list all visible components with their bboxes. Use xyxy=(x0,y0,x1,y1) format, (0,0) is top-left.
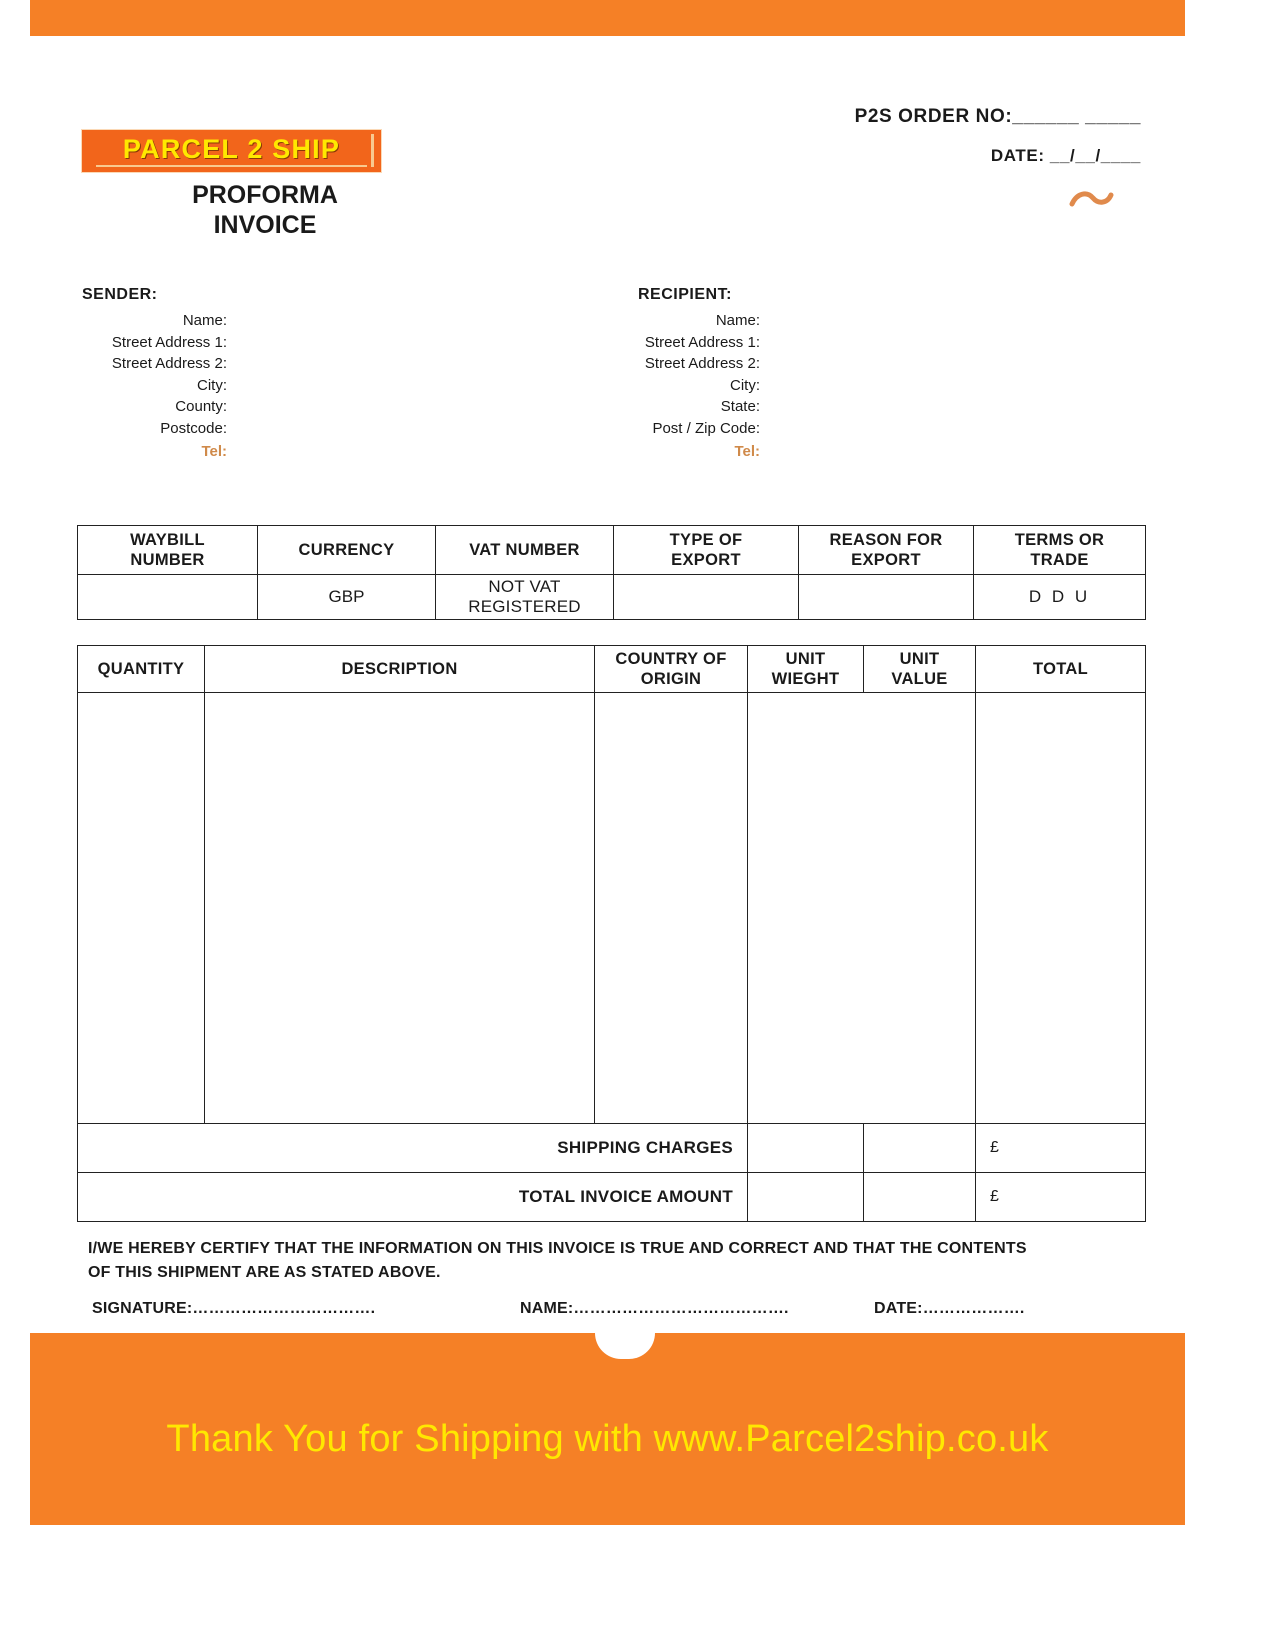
proforma-invoice-page: PARCEL 2 SHIP PROFORMA INVOICE P2S ORDER… xyxy=(0,0,1275,1650)
sender-field-postcode: Postcode: xyxy=(160,419,227,437)
total-invoice-total[interactable]: £ xyxy=(975,1172,1146,1222)
total-invoice-unit-weight[interactable] xyxy=(747,1172,864,1222)
recipient-field-city: City: xyxy=(730,376,760,394)
table-header-row: QUANTITY DESCRIPTION COUNTRY OF ORIGIN U… xyxy=(77,645,1146,693)
th-reason-for-export-l2: EXPORT xyxy=(851,551,921,569)
th-type-of-export-l2: EXPORT xyxy=(671,551,741,569)
table-row-total-invoice: TOTAL INVOICE AMOUNT £ xyxy=(77,1172,1146,1222)
certification-line2: OF THIS SHIPMENT ARE AS STATED ABOVE. xyxy=(88,1264,441,1281)
total-invoice-label: TOTAL INVOICE AMOUNT xyxy=(77,1172,748,1222)
order-number-field[interactable]: P2S ORDER NO:______ _____ xyxy=(855,106,1141,128)
th-unit-value-l2: VALUE xyxy=(891,670,948,688)
th-country-of-origin: COUNTRY OF ORIGIN xyxy=(594,645,748,693)
th-country-of-origin-l2: ORIGIN xyxy=(640,670,702,688)
shipping-charges-unit-value[interactable] xyxy=(863,1123,976,1173)
th-unit-weight-l2: WIEGHT xyxy=(771,670,840,688)
sender-field-street2: Street Address 2: xyxy=(111,355,227,372)
sender-title: SENDER: xyxy=(82,286,158,303)
th-unit-weight: UNIT WIEGHT xyxy=(747,645,864,693)
cell-currency[interactable]: GBP xyxy=(257,574,436,620)
recipient-field-street1: Street Address 1: xyxy=(644,333,760,351)
logo-text: PARCEL 2 SHIP xyxy=(122,134,341,164)
cell-terms-or-trade[interactable]: D D U xyxy=(973,574,1146,620)
th-vat-number: VAT NUMBER xyxy=(435,525,614,575)
sender-block: SENDER: Name: Street Address 1: Street A… xyxy=(82,286,227,463)
th-total: TOTAL xyxy=(975,645,1146,693)
swoosh-icon xyxy=(1069,191,1114,207)
total-invoice-unit-value[interactable] xyxy=(863,1172,976,1222)
th-terms-or-trade-l1: TERMS OR xyxy=(1014,531,1105,549)
th-reason-for-export: REASON FOR EXPORT xyxy=(798,525,974,575)
th-terms-or-trade: TERMS OR TRADE xyxy=(973,525,1146,575)
sender-field-county: County: xyxy=(175,398,227,415)
recipient-title: RECIPIENT: xyxy=(638,286,732,303)
certification-line1: I/WE HEREBY CERTIFY THAT THE INFORMATION… xyxy=(88,1240,1027,1257)
cell-description-blank[interactable] xyxy=(204,692,595,1124)
recipient-block: RECIPIENT: Name: Street Address 1: Stree… xyxy=(638,286,760,463)
th-waybill-number-l2: NUMBER xyxy=(130,551,205,569)
top-orange-band xyxy=(30,0,1185,36)
recipient-field-name: Name: xyxy=(715,312,760,329)
signature-date-field[interactable]: DATE:………………. xyxy=(874,1300,1025,1318)
cell-type-of-export[interactable] xyxy=(613,574,799,620)
th-currency-l1: CURRENCY xyxy=(298,541,395,559)
cell-quantity-blank[interactable] xyxy=(77,692,205,1124)
table-header-row: WAYBILL NUMBER CURRENCY VAT NUMBER TYPE … xyxy=(77,525,1146,575)
recipient-field-street2: Street Address 2: xyxy=(644,355,760,372)
sender-field-tel: Tel: xyxy=(201,443,227,460)
cell-total-blank[interactable] xyxy=(975,692,1146,1124)
th-currency: CURRENCY xyxy=(257,525,436,575)
th-unit-value: UNIT VALUE xyxy=(863,645,976,693)
th-description-l1: DESCRIPTION xyxy=(341,660,458,678)
shipment-meta-table: WAYBILL NUMBER CURRENCY VAT NUMBER TYPE … xyxy=(77,525,1146,620)
sender-field-city: City: xyxy=(197,376,227,394)
parcel2ship-logo: PARCEL 2 SHIP xyxy=(82,130,381,172)
sender-field-name: Name: xyxy=(182,312,227,329)
order-date-field[interactable]: DATE: __/__/____ xyxy=(991,146,1141,166)
logo-right-bar xyxy=(371,134,374,167)
th-unit-weight-l1: UNIT xyxy=(785,650,826,668)
cell-country-of-origin-blank[interactable] xyxy=(594,692,748,1124)
th-total-l1: TOTAL xyxy=(1033,660,1088,678)
cell-waybill-number[interactable] xyxy=(77,574,258,620)
recipient-field-state: State: xyxy=(720,398,760,415)
line-items-table: QUANTITY DESCRIPTION COUNTRY OF ORIGIN U… xyxy=(77,645,1146,1222)
th-waybill-number-l1: WAYBILL xyxy=(130,531,205,549)
logo-underline xyxy=(96,165,367,167)
th-description: DESCRIPTION xyxy=(204,645,595,693)
th-quantity-l1: QUANTITY xyxy=(97,660,185,678)
th-terms-or-trade-l2: TRADE xyxy=(1030,551,1089,569)
th-unit-value-l1: UNIT xyxy=(899,650,940,668)
signer-name-field[interactable]: NAME:…………………………………. xyxy=(520,1300,789,1318)
page-title: PROFORMA INVOICE xyxy=(140,180,390,240)
sender-field-street1: Street Address 1: xyxy=(111,333,227,351)
page-title-line1: PROFORMA xyxy=(192,181,338,209)
table-row-empty-items xyxy=(77,692,1146,1124)
table-row-shipping-charges: SHIPPING CHARGES £ xyxy=(77,1123,1146,1173)
page-title-line2: INVOICE xyxy=(213,211,317,239)
signature-field[interactable]: SIGNATURE:……………………………. xyxy=(92,1300,375,1318)
table-row: GBP NOT VAT REGISTERED D D U xyxy=(77,574,1146,620)
shipping-charges-total[interactable]: £ xyxy=(975,1123,1146,1173)
th-reason-for-export-l1: REASON FOR xyxy=(829,531,943,549)
cell-reason-for-export[interactable] xyxy=(798,574,974,620)
th-quantity: QUANTITY xyxy=(77,645,205,693)
shipping-charges-unit-weight[interactable] xyxy=(747,1123,864,1173)
shipping-charges-label: SHIPPING CHARGES xyxy=(77,1123,748,1173)
th-type-of-export: TYPE OF EXPORT xyxy=(613,525,799,575)
certification-statement: I/WE HEREBY CERTIFY THAT THE INFORMATION… xyxy=(88,1237,1118,1285)
th-type-of-export-l1: TYPE OF xyxy=(669,531,743,549)
cell-vat-number[interactable]: NOT VAT REGISTERED xyxy=(435,574,614,620)
recipient-field-tel: Tel: xyxy=(734,443,760,460)
th-waybill-number: WAYBILL NUMBER xyxy=(77,525,258,575)
cell-unit-blank[interactable] xyxy=(747,692,976,1124)
thank-you-message: Thank You for Shipping with www.Parcel2s… xyxy=(166,1418,1049,1460)
th-country-of-origin-l1: COUNTRY OF xyxy=(615,650,727,668)
th-vat-number-l1: VAT NUMBER xyxy=(469,541,580,559)
recipient-field-zip: Post / Zip Code: xyxy=(652,419,760,437)
